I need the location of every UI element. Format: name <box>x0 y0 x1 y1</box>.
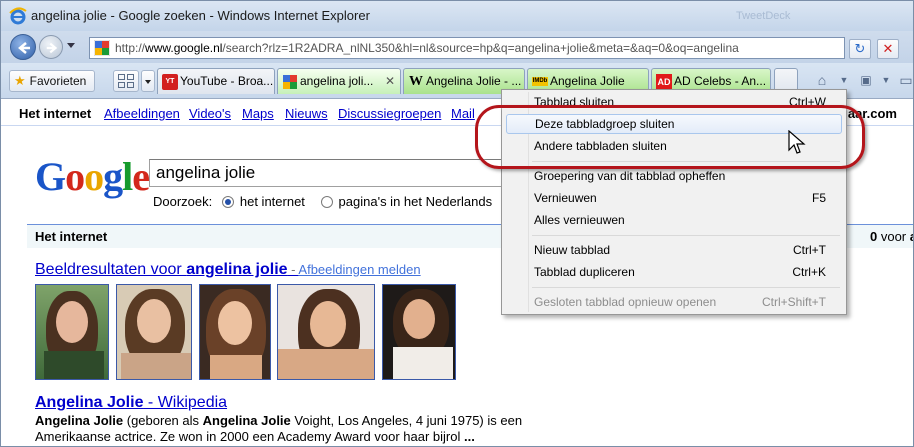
image-thumbnail[interactable] <box>277 284 375 380</box>
google-favicon-icon <box>94 40 110 56</box>
menu-item-refresh[interactable]: Vernieuwen F5 <box>506 188 842 208</box>
scope-option-label: pagina's in het Nederlands <box>338 194 493 209</box>
scope-label: Doorzoek: <box>153 194 213 209</box>
browser-window: angelina jolie - Google zoeken - Windows… <box>0 0 914 447</box>
nav-videos[interactable]: Video's <box>189 106 231 121</box>
image-thumbnail[interactable] <box>382 284 456 380</box>
wikipedia-icon: W <box>409 74 423 89</box>
refresh-button[interactable]: ↻ <box>849 39 871 59</box>
background-window-text: TweetDeck <box>736 10 791 22</box>
tab-google[interactable]: angelina joli... ✕ <box>277 68 401 94</box>
star-icon: ★ <box>14 73 26 88</box>
results-header-label: Het internet <box>35 229 108 244</box>
mouse-cursor-icon <box>788 130 806 154</box>
nav-het-internet: Het internet <box>19 106 92 121</box>
menu-separator <box>532 235 840 236</box>
title-bar: angelina jolie - Google zoeken - Windows… <box>1 1 913 31</box>
menu-item-duplicate-tab[interactable]: Tabblad dupliceren Ctrl+K <box>506 262 842 282</box>
history-dropdown[interactable] <box>67 43 75 48</box>
tab-label: Angelina Jolie - ... <box>426 74 522 88</box>
arrow-left-icon <box>18 42 30 54</box>
image-thumbnail[interactable] <box>35 284 109 380</box>
menu-item-ungroup-tab[interactable]: Groepering van dit tabblad opheffen <box>506 166 842 186</box>
tab-label: YouTube - Broa... <box>180 74 274 88</box>
refresh-icon: ↻ <box>854 41 866 56</box>
internet-explorer-icon <box>9 7 27 25</box>
nav-mail[interactable]: Mail <box>451 106 475 121</box>
result-snippet: Angelina Jolie (geboren als Angelina Jol… <box>35 413 523 428</box>
youtube-icon: YT <box>162 74 178 90</box>
home-icon[interactable]: ⌂ <box>813 71 831 89</box>
menu-separator <box>532 287 840 288</box>
imdb-icon: IMDb <box>532 77 548 86</box>
arrow-right-icon <box>46 42 58 54</box>
scope-radio-dutch[interactable] <box>320 196 333 208</box>
forward-button[interactable] <box>39 35 63 59</box>
window-title: angelina jolie - Google zoeken - Windows… <box>31 8 370 23</box>
tab-label: Angelina Jolie <box>550 74 625 88</box>
tab-youtube[interactable]: YT YouTube - Broa... <box>157 68 275 94</box>
nav-discussiegroepen[interactable]: Discussiegroepen <box>338 106 441 121</box>
tab-label: AD Celebs - An... <box>674 74 767 88</box>
back-button[interactable] <box>10 34 36 60</box>
result-snippet: Amerikaanse actrice. Ze won in 2000 een … <box>35 429 475 444</box>
tab-list-dropdown[interactable] <box>141 70 155 92</box>
nav-afbeeldingen[interactable]: Afbeeldingen <box>104 106 180 121</box>
search-input[interactable]: angelina jolie <box>149 159 521 187</box>
google-logo[interactable]: Google <box>35 153 150 200</box>
wikipedia-result-link[interactable]: Angelina Jolie - Wikipedia <box>35 394 227 412</box>
menu-item-reopen-closed-tab: Gesloten tabblad opnieuw openen Ctrl+Shif… <box>534 295 826 309</box>
report-images-link[interactable]: Afbeeldingen melden <box>298 262 420 277</box>
quick-tabs-button[interactable] <box>113 70 139 92</box>
chevron-down-icon[interactable]: ▼ <box>835 71 853 89</box>
url-text: http://www.google.nl/search?rlz=1R2ADRA_… <box>115 41 739 55</box>
stop-icon: ✕ <box>882 41 894 56</box>
favorites-label: Favorieten <box>29 74 87 88</box>
image-thumbnail[interactable] <box>116 284 192 380</box>
image-thumbnail[interactable] <box>199 284 271 380</box>
close-tab-icon[interactable]: ✕ <box>385 69 395 93</box>
stop-button[interactable]: ✕ <box>877 39 899 59</box>
results-count: 0 voor an <box>870 229 913 244</box>
scope-radio-web[interactable] <box>221 196 234 208</box>
favorites-button[interactable]: ★ Favorieten <box>9 70 96 92</box>
menu-item-new-tab[interactable]: Nieuw tabblad Ctrl+T <box>506 240 842 260</box>
address-bar[interactable]: http://www.google.nl/search?rlz=1R2ADRA_… <box>89 37 845 59</box>
nav-maps[interactable]: Maps <box>242 106 274 121</box>
nav-nieuws[interactable]: Nieuws <box>285 106 328 121</box>
image-results-link[interactable]: Beeldresultaten voor angelina jolie - Af… <box>35 261 421 279</box>
menu-item-refresh-all[interactable]: Alles vernieuwen <box>506 210 842 230</box>
quick-tabs-icon <box>118 74 125 80</box>
scope-option-label: het internet <box>239 194 305 209</box>
google-favicon-icon <box>283 75 297 89</box>
chevron-down-icon[interactable]: ▼ <box>877 71 895 89</box>
search-scope: Doorzoek: het internet pagina's in het N… <box>153 194 520 209</box>
ad-icon: AD <box>656 74 672 90</box>
rss-icon[interactable]: ▣ <box>857 71 875 89</box>
tab-label: angelina joli... <box>300 74 374 88</box>
print-icon[interactable]: ▭ <box>897 71 913 89</box>
address-row: http://www.google.nl/search?rlz=1R2ADRA_… <box>1 31 913 63</box>
